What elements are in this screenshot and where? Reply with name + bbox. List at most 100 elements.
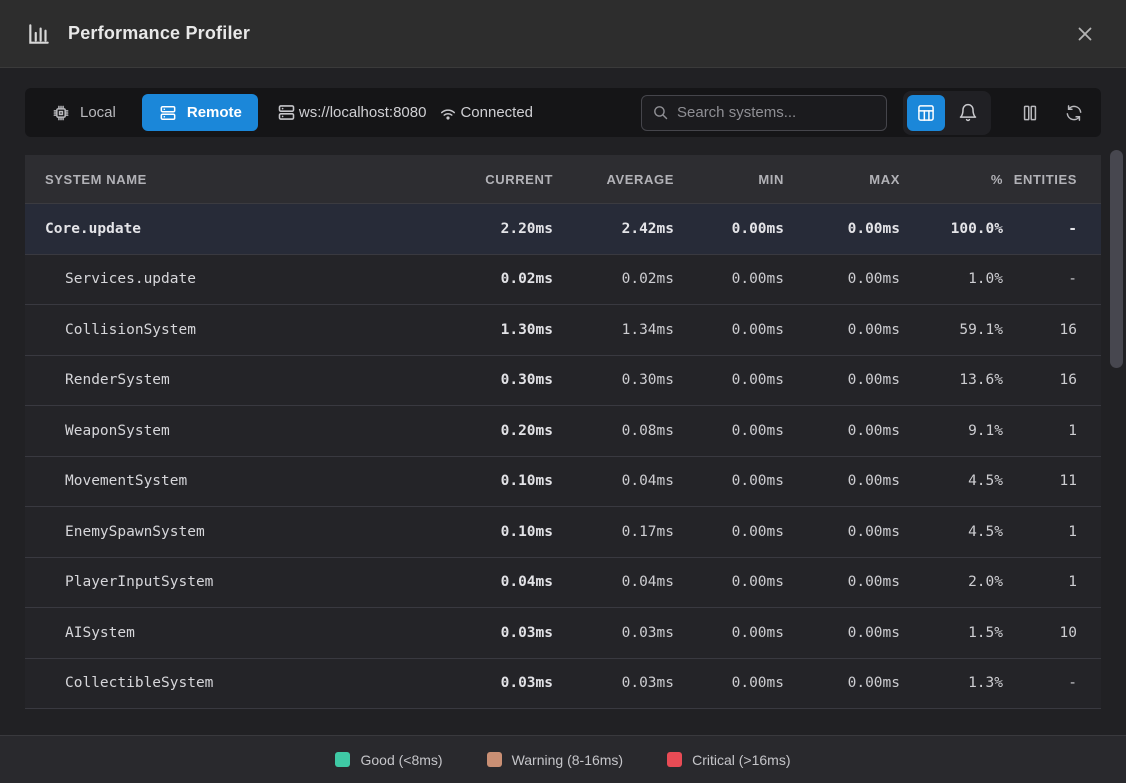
max-ms-cell: 0.00ms [784,322,900,338]
table-row[interactable]: EnemySpawnSystem 0.10ms 0.17ms 0.00ms 0.… [25,507,1101,558]
max-ms-cell: 0.00ms [784,625,900,641]
current-ms-cell: 0.30ms [441,372,553,388]
entities-cell: 1 [1003,423,1101,439]
current-ms-cell: 0.02ms [441,271,553,287]
max-ms-cell: 0.00ms [784,372,900,388]
max-ms-cell: 0.00ms [784,423,900,439]
average-ms-cell: 0.08ms [553,423,674,439]
system-name-cell: AISystem [25,625,441,641]
current-ms-cell: 1.30ms [441,322,553,338]
min-ms-cell: 0.00ms [674,524,784,540]
percent-cell: 1.3% [900,675,1003,691]
search-input[interactable] [677,104,876,121]
column-header-current[interactable]: CURRENT [441,172,553,187]
pause-button[interactable] [1013,95,1047,131]
min-ms-cell: 0.00ms [674,574,784,590]
title-bar: Performance Profiler [0,0,1126,68]
average-ms-cell: 1.34ms [553,322,674,338]
entities-cell: 10 [1003,625,1101,641]
current-ms-cell: 0.20ms [441,423,553,439]
percent-cell: 1.0% [900,271,1003,287]
percent-cell: 4.5% [900,473,1003,489]
table-row[interactable]: WeaponSystem 0.20ms 0.08ms 0.00ms 0.00ms… [25,406,1101,457]
search-box [641,95,887,131]
systems-table: SYSTEM NAME CURRENT AVERAGE MIN MAX % EN… [25,155,1101,709]
system-name-cell: CollisionSystem [25,322,441,338]
entities-cell: - [1003,271,1101,287]
system-name-cell: WeaponSystem [25,423,441,439]
min-ms-cell: 0.00ms [674,322,784,338]
percent-cell: 100.0% [900,221,1003,237]
percent-cell: 13.6% [900,372,1003,388]
system-name-cell: Services.update [25,271,441,287]
critical-swatch [667,752,682,767]
average-ms-cell: 0.02ms [553,271,674,287]
legend-item-critical: Critical (>16ms) [667,752,790,768]
legend-label-critical: Critical (>16ms) [692,752,790,768]
max-ms-cell: 0.00ms [784,271,900,287]
average-ms-cell: 0.30ms [553,372,674,388]
table-row[interactable]: Core.update 2.20ms 2.42ms 0.00ms 0.00ms … [25,204,1101,255]
percent-cell: 4.5% [900,524,1003,540]
legend-footer: Good (<8ms) Warning (8-16ms) Critical (>… [0,735,1126,783]
column-header-average[interactable]: AVERAGE [553,172,674,187]
average-ms-cell: 0.17ms [553,524,674,540]
percent-cell: 1.5% [900,625,1003,641]
min-ms-cell: 0.00ms [674,423,784,439]
table-header-row: SYSTEM NAME CURRENT AVERAGE MIN MAX % EN… [25,155,1101,204]
legend-label-warning: Warning (8-16ms) [512,752,624,768]
legend-label-good: Good (<8ms) [360,752,442,768]
system-name-cell: CollectibleSystem [25,675,441,691]
connection-info: ws://localhost:8080 Connected [276,102,533,123]
system-name-cell: EnemySpawnSystem [25,524,441,540]
entities-cell: - [1003,221,1101,237]
entities-cell: 1 [1003,574,1101,590]
good-swatch [335,752,350,767]
local-mode-button[interactable]: Local [35,94,132,131]
min-ms-cell: 0.00ms [674,271,784,287]
max-ms-cell: 0.00ms [784,473,900,489]
ws-url: ws://localhost:8080 [299,104,427,121]
table-row[interactable]: Services.update 0.02ms 0.02ms 0.00ms 0.0… [25,255,1101,306]
refresh-button[interactable] [1057,95,1091,131]
average-ms-cell: 0.04ms [553,473,674,489]
page-title: Performance Profiler [68,23,1070,44]
column-header-percent[interactable]: % [900,172,1003,187]
column-header-system-name[interactable]: SYSTEM NAME [25,172,441,187]
current-ms-cell: 0.04ms [441,574,553,590]
entities-cell: 16 [1003,372,1101,388]
entities-cell: 16 [1003,322,1101,338]
table-row[interactable]: PlayerInputSystem 0.04ms 0.04ms 0.00ms 0… [25,558,1101,609]
entities-cell: - [1003,675,1101,691]
max-ms-cell: 0.00ms [784,675,900,691]
current-ms-cell: 0.03ms [441,625,553,641]
table-row[interactable]: AISystem 0.03ms 0.03ms 0.00ms 0.00ms 1.5… [25,608,1101,659]
table-row[interactable]: CollisionSystem 1.30ms 1.34ms 0.00ms 0.0… [25,305,1101,356]
legend-item-warning: Warning (8-16ms) [487,752,624,768]
remote-mode-label: Remote [187,104,242,121]
column-header-max[interactable]: MAX [784,172,900,187]
connection-status: Connected [460,104,533,121]
table-view-button[interactable] [907,95,945,131]
server-icon [276,102,297,123]
min-ms-cell: 0.00ms [674,473,784,489]
column-header-entities[interactable]: ENTITIES [1003,172,1101,187]
table-row[interactable]: RenderSystem 0.30ms 0.30ms 0.00ms 0.00ms… [25,356,1101,407]
alerts-bell-button[interactable] [949,95,987,131]
system-name-cell: Core.update [25,221,441,237]
remote-mode-button[interactable]: Remote [142,94,258,131]
vertical-scrollbar-thumb[interactable] [1110,150,1123,368]
table-row[interactable]: MovementSystem 0.10ms 0.04ms 0.00ms 0.00… [25,457,1101,508]
table-body: Core.update 2.20ms 2.42ms 0.00ms 0.00ms … [25,204,1101,709]
average-ms-cell: 0.03ms [553,625,674,641]
table-row[interactable]: CollectibleSystem 0.03ms 0.03ms 0.00ms 0… [25,659,1101,710]
view-toggle-group [903,91,991,135]
local-mode-label: Local [80,104,116,121]
column-header-min[interactable]: MIN [674,172,784,187]
average-ms-cell: 0.03ms [553,675,674,691]
current-ms-cell: 2.20ms [441,221,553,237]
close-icon[interactable] [1070,19,1100,49]
min-ms-cell: 0.00ms [674,221,784,237]
average-ms-cell: 0.04ms [553,574,674,590]
bar-chart-icon [26,21,52,47]
